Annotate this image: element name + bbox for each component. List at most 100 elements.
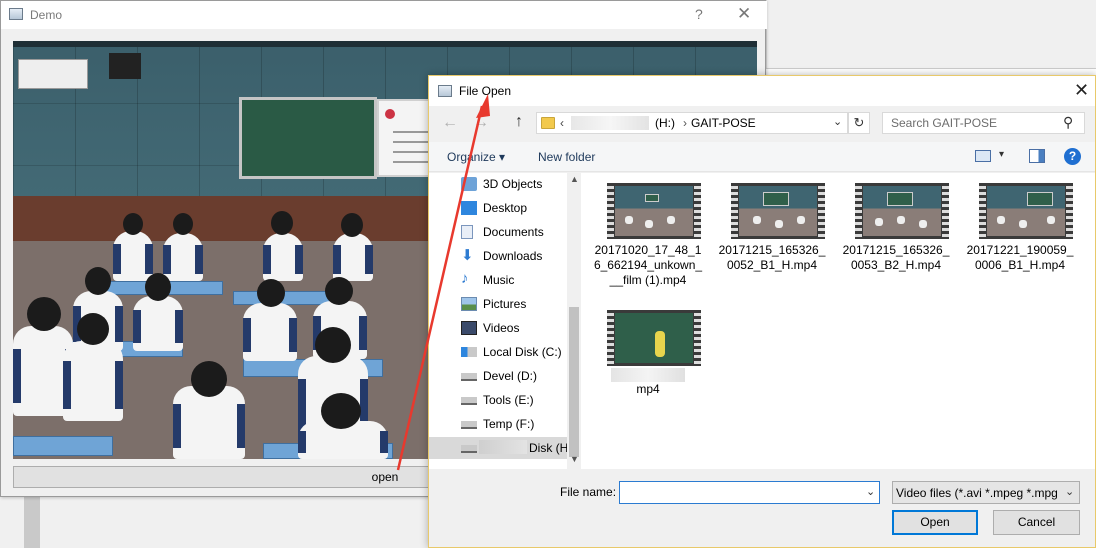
nav-item-pictures[interactable]: Pictures — [461, 293, 580, 315]
nav-item-documents[interactable]: Documents — [461, 221, 580, 243]
student-head — [145, 273, 171, 301]
video-thumbnail — [979, 183, 1073, 239]
student-head — [257, 279, 285, 307]
drive-icon — [461, 421, 477, 429]
new-folder-button[interactable]: New folder — [538, 150, 595, 164]
student — [243, 303, 297, 361]
dialog-close-icon[interactable]: ✕ — [1074, 80, 1089, 101]
file-name: mp4 — [593, 368, 703, 397]
nav-item-downloads[interactable]: ⬇ Downloads — [461, 245, 580, 267]
music-icon: ♪ — [461, 270, 469, 287]
redacted-drive-label — [479, 440, 527, 454]
student — [133, 296, 183, 351]
student-head — [27, 297, 61, 331]
pictures-icon — [461, 297, 477, 311]
nav-item-devel-d[interactable]: Devel (D:) — [461, 365, 580, 387]
student-head — [191, 361, 227, 397]
speaker — [109, 53, 141, 79]
file-type-value: Video files (*.avi *.mpeg *.mpg — [896, 486, 1058, 500]
student-head — [321, 393, 361, 429]
student-head — [123, 213, 143, 235]
search-icon[interactable]: ⚲ — [1063, 114, 1073, 131]
drive-icon — [461, 445, 477, 453]
student — [63, 341, 123, 421]
preview-pane-icon[interactable] — [1029, 149, 1045, 163]
dialog-title: File Open — [459, 84, 512, 98]
open-button[interactable]: Open — [892, 510, 978, 535]
nav-item-music[interactable]: ♪ Music — [461, 269, 580, 291]
nav-item-videos[interactable]: Videos — [461, 317, 580, 339]
downloads-icon: ⬇ — [461, 247, 474, 264]
file-type-select[interactable]: Video files (*.avi *.mpeg *.mpg ⌄ — [892, 481, 1080, 504]
nav-item-desktop[interactable]: Desktop — [461, 197, 580, 219]
student — [163, 233, 203, 281]
nav-item-tools-e[interactable]: Tools (E:) — [461, 389, 580, 411]
student-head — [325, 277, 353, 305]
file-item[interactable]: 20171215_165326_0052_B1_H.mp4 — [717, 183, 827, 283]
background-scroll-strip — [24, 497, 40, 548]
file-name-dropdown-icon[interactable]: ⌄ — [866, 485, 875, 498]
desk — [13, 436, 113, 456]
scroll-thumb[interactable] — [569, 307, 579, 457]
navigation-scrollbar[interactable]: ▲ ▼ — [567, 173, 581, 469]
file-name: 20171215_165326_0052_B1_H.mp4 — [718, 243, 826, 272]
nav-item-local-disk-c[interactable]: Local Disk (C:) — [461, 341, 580, 363]
help-icon[interactable]: ? — [695, 6, 703, 22]
file-name: 20171020_17_48_16_662194_unkown___film (… — [593, 243, 703, 287]
scroll-up-icon[interactable]: ▲ — [570, 174, 579, 184]
forward-arrow-icon[interactable]: → — [473, 114, 489, 132]
student-head — [271, 211, 293, 235]
3d-objects-icon — [461, 177, 477, 191]
refresh-icon[interactable]: ↻ — [848, 112, 870, 134]
file-name-input[interactable]: ⌄ — [619, 481, 880, 504]
file-item[interactable]: mp4 — [593, 310, 703, 400]
file-open-dialog: File Open ✕ ← → ↑ ‹ (H:) › GAIT-POSE ⌄ ↻… — [428, 75, 1096, 548]
search-input[interactable]: Search GAIT-POSE ⚲ — [882, 112, 1085, 134]
student-head — [315, 327, 351, 363]
address-bar[interactable]: ‹ (H:) › GAIT-POSE ⌄ — [536, 112, 848, 134]
navigation-pane: 3D Objects Desktop Documents ⬇ Downloads… — [429, 173, 581, 469]
breadcrumb-drive[interactable]: (H:) — [655, 116, 675, 130]
address-dropdown-icon[interactable]: ⌄ — [833, 115, 842, 128]
breadcrumb-separator[interactable]: › — [683, 116, 687, 130]
redacted-drive-name — [571, 116, 649, 130]
view-dropdown-icon[interactable]: ▾ — [999, 149, 1004, 160]
scroll-down-icon[interactable]: ▼ — [570, 454, 579, 464]
close-icon[interactable]: ✕ — [737, 4, 751, 24]
search-placeholder: Search GAIT-POSE — [891, 116, 998, 130]
air-conditioner — [18, 59, 88, 89]
videos-icon — [461, 321, 477, 335]
nav-item-disk-h[interactable]: Disk (H — [429, 437, 568, 459]
file-item[interactable]: 20171221_190059_0006_B1_H.mp4 — [965, 183, 1075, 283]
file-name-label: File name: — [560, 485, 617, 499]
breadcrumb-current-folder[interactable]: GAIT-POSE — [691, 116, 756, 130]
video-thumbnail — [731, 183, 825, 239]
nav-item-3d-objects[interactable]: 3D Objects — [461, 173, 580, 195]
file-item[interactable]: 20171020_17_48_16_662194_unkown___film (… — [593, 183, 703, 303]
drive-icon — [461, 397, 477, 405]
back-arrow-icon[interactable]: ← — [442, 114, 458, 132]
up-arrow-icon[interactable]: ↑ — [515, 113, 523, 131]
file-list: 20171020_17_48_16_662194_unkown___film (… — [581, 173, 1095, 469]
organize-menu[interactable]: Organize ▾ — [447, 150, 505, 164]
demo-window-title: Demo — [30, 8, 63, 22]
nav-item-temp-f[interactable]: Temp (F:) — [461, 413, 580, 435]
student-head — [173, 213, 193, 235]
breadcrumb-overflow-icon[interactable]: ‹ — [560, 116, 564, 130]
file-name: 20171221_190059_0006_B1_H.mp4 — [966, 243, 1074, 272]
student — [263, 233, 303, 281]
demo-title-bar: Demo ? ✕ — [1, 1, 767, 29]
file-name: 20171215_165326_0053_B2_H.mp4 — [842, 243, 950, 272]
student-head — [341, 213, 363, 237]
view-options-icon[interactable] — [975, 150, 991, 162]
file-type-dropdown-icon[interactable]: ⌄ — [1065, 485, 1074, 498]
documents-icon — [461, 225, 473, 239]
cancel-button[interactable]: Cancel — [993, 510, 1080, 535]
command-bar: Organize ▾ New folder ▾ ? — [429, 142, 1095, 172]
student — [333, 233, 373, 281]
app-window-icon — [9, 8, 23, 20]
video-thumbnail — [855, 183, 949, 239]
file-item[interactable]: 20171215_165326_0053_B2_H.mp4 — [841, 183, 951, 283]
student-head — [77, 313, 109, 345]
help-icon[interactable]: ? — [1064, 148, 1081, 165]
